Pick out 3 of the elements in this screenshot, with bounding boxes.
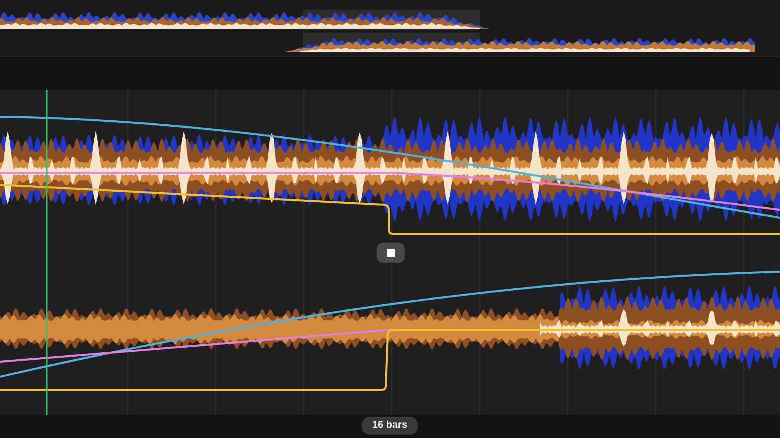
stop-button[interactable] <box>377 243 405 263</box>
stop-icon <box>387 249 395 257</box>
loop-length-label: 16 bars <box>362 417 418 435</box>
